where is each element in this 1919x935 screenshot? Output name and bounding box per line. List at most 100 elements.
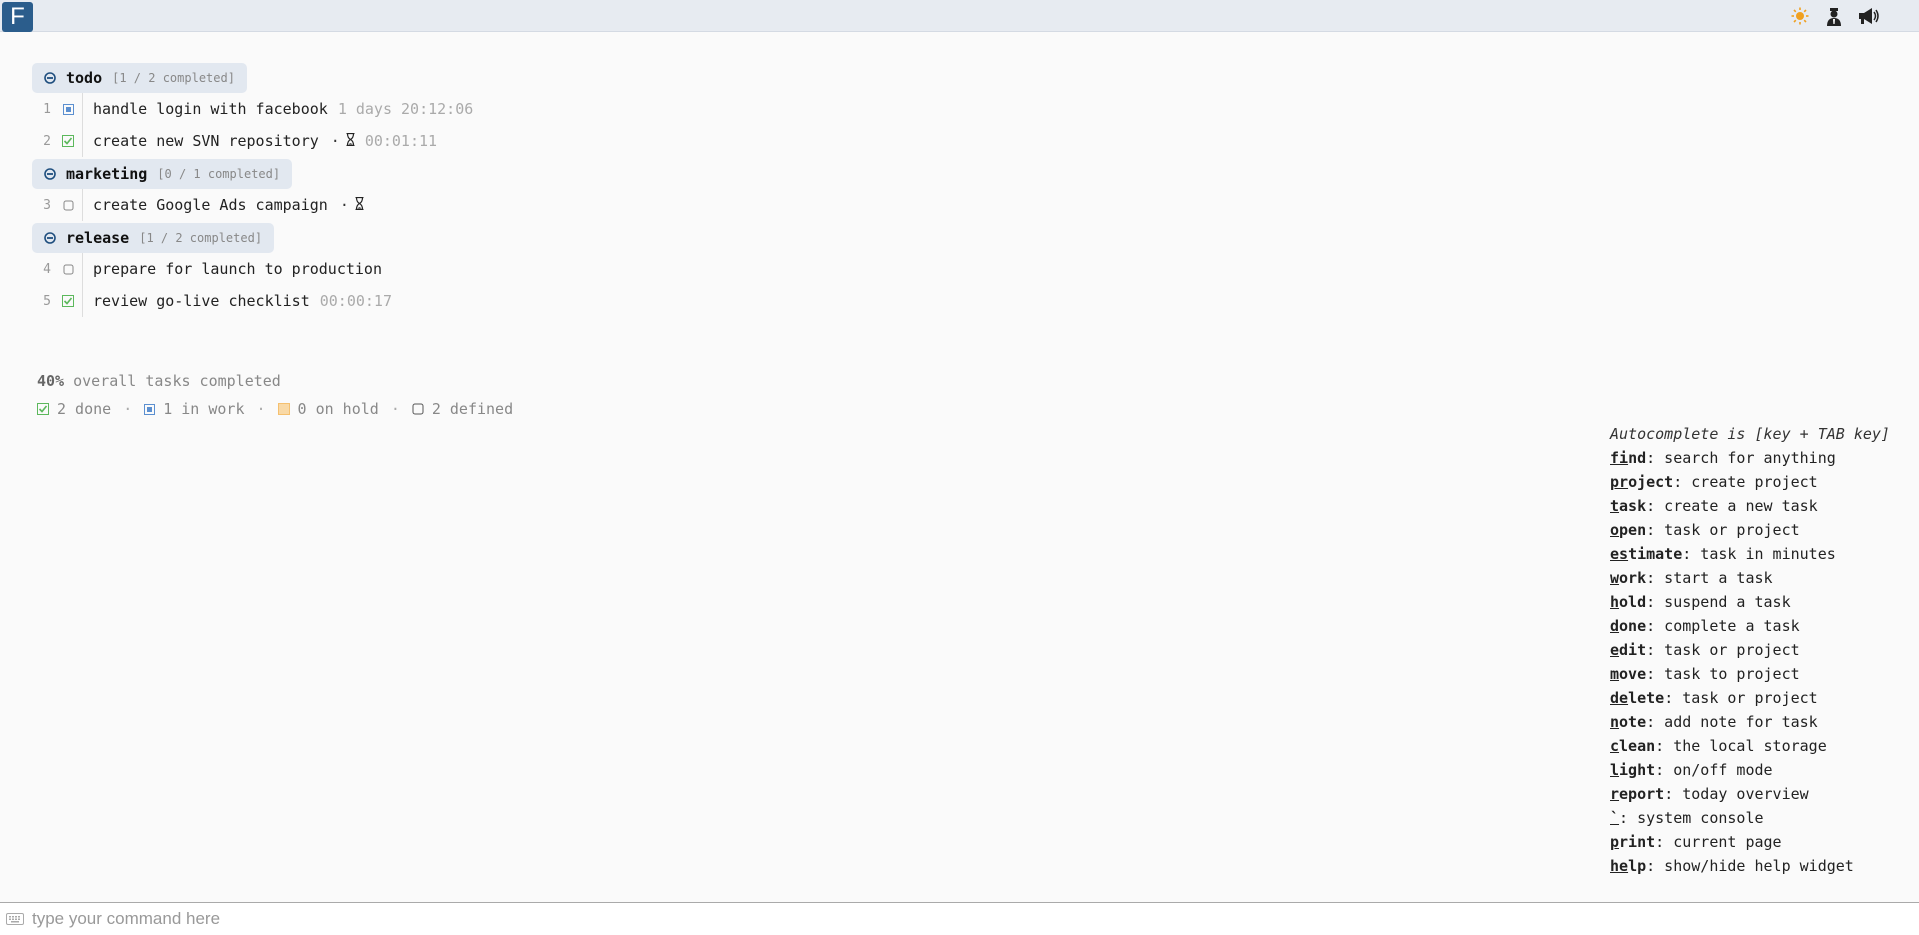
help-command-desc: : show/hide help widget: [1646, 857, 1854, 875]
help-command-key[interactable]: o: [1610, 521, 1619, 539]
legend-on-hold-label: 0 on hold: [297, 400, 379, 418]
help-command-key-rest[interactable]: ork: [1619, 569, 1646, 587]
defined-status-icon: [58, 200, 78, 211]
task-row[interactable]: 2 create new SVN repository · 00:01:11: [32, 125, 473, 157]
help-command-row: find: search for anything: [1610, 449, 1890, 473]
help-command-key-rest[interactable]: lean: [1619, 737, 1655, 755]
user-icon[interactable]: [1823, 6, 1845, 26]
project-header-marketing[interactable]: marketing [0 / 1 completed]: [32, 159, 293, 189]
help-command-desc: : the local storage: [1655, 737, 1827, 755]
task-summary: 40% overall tasks completed 2 done · 1 i…: [37, 372, 513, 418]
project-count: [1 / 2 completed]: [139, 231, 263, 245]
help-command-key[interactable]: es: [1610, 545, 1628, 563]
help-command-key-rest[interactable]: ight: [1619, 761, 1655, 779]
help-command-row: done: complete a task: [1610, 617, 1890, 641]
task-name[interactable]: create Google Ads campaign: [93, 196, 328, 214]
command-input[interactable]: [32, 904, 1882, 934]
legend-separator: ·: [256, 400, 266, 418]
collapse-icon[interactable]: [44, 168, 56, 180]
help-command-key-rest[interactable]: lete: [1628, 689, 1664, 707]
help-command-key-rest[interactable]: dit: [1619, 641, 1646, 659]
help-command-desc: : task in minutes: [1682, 545, 1836, 563]
help-command-key-rest[interactable]: old: [1619, 593, 1646, 611]
task-name[interactable]: create new SVN repository: [93, 132, 319, 150]
help-command-row: work: start a task: [1610, 569, 1890, 593]
task-name[interactable]: prepare for launch to production: [93, 260, 382, 278]
help-command-key[interactable]: l: [1610, 761, 1619, 779]
task-row[interactable]: 1 handle login with facebook 1 days 20:1…: [32, 93, 473, 125]
help-command-row: report: today overview: [1610, 785, 1890, 809]
task-row[interactable]: 5 review go-live checklist 00:00:17: [32, 285, 473, 317]
task-name[interactable]: review go-live checklist: [93, 292, 310, 310]
defined-status-icon: [412, 403, 424, 415]
task-row[interactable]: 4 prepare for launch to production: [32, 253, 473, 285]
help-command-row: light: on/off mode: [1610, 761, 1890, 785]
help-command-key[interactable]: pr: [1610, 473, 1628, 491]
help-command-key-rest[interactable]: rint: [1619, 833, 1655, 851]
legend-defined: 2 defined: [412, 400, 513, 418]
help-command-key[interactable]: he: [1610, 857, 1628, 875]
help-command-key-rest[interactable]: timate: [1628, 545, 1682, 563]
help-command-key[interactable]: fi: [1610, 449, 1628, 467]
help-command-desc: : create a new task: [1646, 497, 1818, 515]
collapse-icon[interactable]: [44, 232, 56, 244]
help-command-key-rest[interactable]: one: [1619, 617, 1646, 635]
help-command-desc: : search for anything: [1646, 449, 1836, 467]
project-header-release[interactable]: release [1 / 2 completed]: [32, 223, 275, 253]
help-title: Autocomplete is [key + TAB key]: [1610, 425, 1890, 443]
legend-separator: ·: [123, 400, 133, 418]
help-command-key[interactable]: n: [1610, 713, 1619, 731]
help-command-row: open: task or project: [1610, 521, 1890, 545]
help-command-key[interactable]: t: [1610, 497, 1619, 515]
help-command-desc: : on/off mode: [1655, 761, 1773, 779]
task-number: 1: [43, 101, 51, 117]
help-command-key[interactable]: d: [1610, 617, 1619, 635]
collapse-icon[interactable]: [44, 72, 56, 84]
task-name[interactable]: handle login with facebook: [93, 100, 328, 118]
help-command-key-rest[interactable]: ove: [1619, 665, 1646, 683]
help-command-key-rest[interactable]: pen: [1619, 521, 1646, 539]
help-command-key[interactable]: r: [1610, 785, 1619, 803]
help-command-key[interactable]: c: [1610, 737, 1619, 755]
defined-status-icon: [58, 264, 78, 275]
help-command-key[interactable]: p: [1610, 833, 1619, 851]
help-command-row: help: show/hide help widget: [1610, 857, 1890, 881]
help-command-key[interactable]: `: [1610, 809, 1619, 827]
help-command-row: note: add note for task: [1610, 713, 1890, 737]
help-command-key-rest[interactable]: ask: [1619, 497, 1646, 515]
help-command-row: project: create project: [1610, 473, 1890, 497]
project-count: [0 / 1 completed]: [157, 167, 281, 181]
help-command-list: find: search for anything project: create…: [1610, 449, 1890, 881]
task-row[interactable]: 3 create Google Ads campaign ·: [32, 189, 473, 221]
help-command-key-rest[interactable]: eport: [1619, 785, 1664, 803]
help-command-key[interactable]: de: [1610, 689, 1628, 707]
help-widget: Autocomplete is [key + TAB key] find: se…: [1610, 425, 1890, 881]
hourglass-icon: [355, 196, 364, 214]
sun-icon[interactable]: [1789, 6, 1811, 26]
help-command-key-rest[interactable]: nd: [1628, 449, 1646, 467]
help-command-key-rest[interactable]: lp: [1628, 857, 1646, 875]
done-status-icon: [37, 403, 49, 415]
summary-legend: 2 done · 1 in work · 0 on hold · 2 defin…: [37, 400, 513, 418]
app-logo[interactable]: F: [2, 2, 33, 32]
on-hold-status-icon: [277, 403, 290, 415]
help-command-desc: : task or project: [1664, 689, 1818, 707]
help-command-key[interactable]: h: [1610, 593, 1619, 611]
project-name: release: [66, 229, 130, 247]
help-command-key-rest[interactable]: oject: [1628, 473, 1673, 491]
help-command-key[interactable]: e: [1610, 641, 1619, 659]
task-divider: [82, 189, 83, 221]
megaphone-icon[interactable]: [1857, 6, 1879, 26]
legend-defined-label: 2 defined: [431, 400, 514, 418]
keyboard-icon: [6, 913, 24, 925]
task-divider: [82, 285, 83, 317]
summary-percent: 40%: [37, 372, 65, 390]
help-command-key[interactable]: m: [1610, 665, 1619, 683]
help-command-desc: : today overview: [1664, 785, 1809, 803]
hourglass-icon: [346, 132, 355, 150]
in-work-status-icon: [58, 103, 78, 115]
task-number: 2: [43, 133, 51, 149]
project-header-todo[interactable]: todo [1 / 2 completed]: [32, 63, 247, 93]
help-command-key-rest[interactable]: ote: [1619, 713, 1646, 731]
help-command-key[interactable]: w: [1610, 569, 1619, 587]
